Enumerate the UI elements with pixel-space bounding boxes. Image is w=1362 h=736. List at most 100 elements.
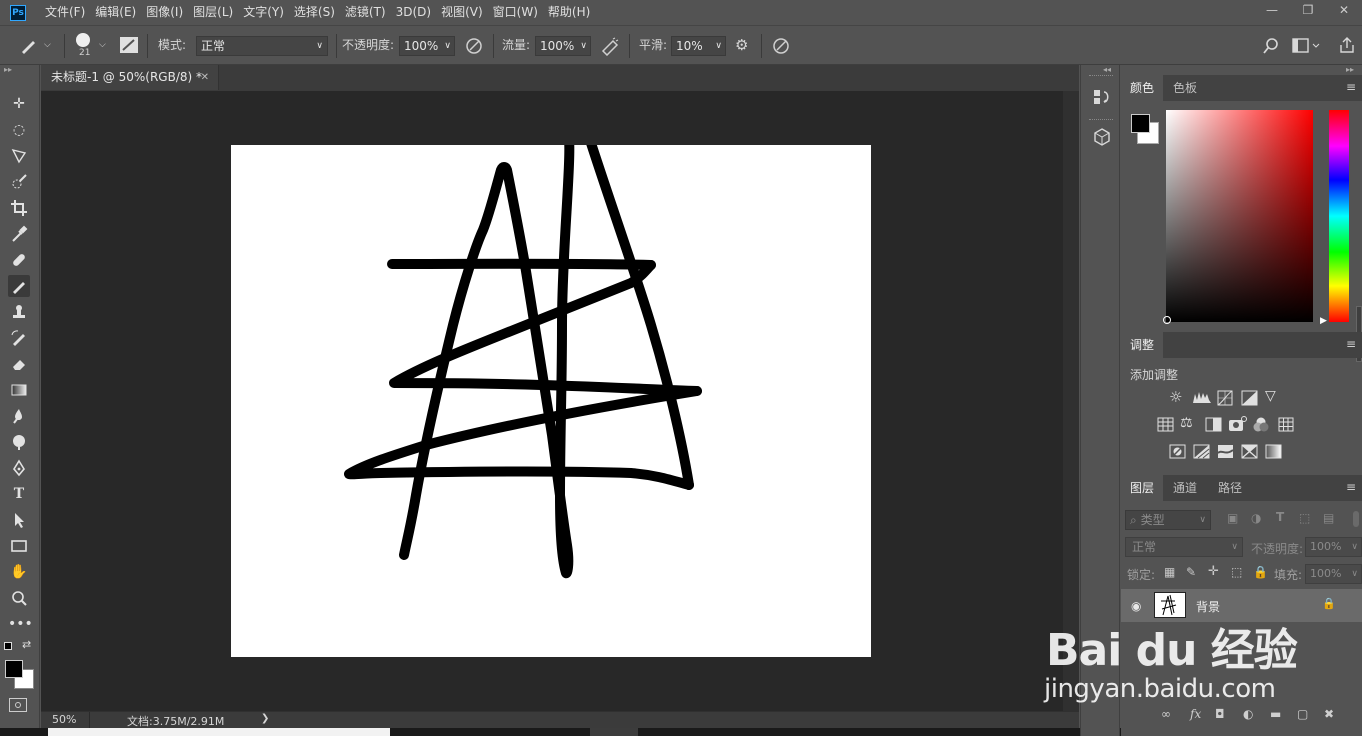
- taskbar-item[interactable]: [48, 728, 390, 736]
- opacity-input[interactable]: 100% ∨: [399, 36, 455, 56]
- hue-slider[interactable]: [1329, 110, 1349, 322]
- expand-dock-icon[interactable]: ▸▸: [1346, 65, 1354, 74]
- blur-tool-icon[interactable]: [8, 405, 30, 427]
- tab-swatches[interactable]: 色板: [1164, 75, 1206, 101]
- rectangle-tool-icon[interactable]: [8, 535, 30, 557]
- hand-tool-icon[interactable]: ✋: [8, 561, 30, 583]
- layer-style-fx-icon[interactable]: fx: [1190, 707, 1201, 721]
- pen-tool-icon[interactable]: [8, 457, 30, 479]
- menu-help[interactable]: 帮助(H): [543, 0, 595, 25]
- layer-opacity-input[interactable]: 100% ∨: [1305, 537, 1362, 557]
- tab-layers[interactable]: 图层: [1121, 475, 1164, 501]
- type-tool-icon[interactable]: T: [8, 483, 30, 505]
- eraser-tool-icon[interactable]: [8, 353, 30, 375]
- link-layers-icon[interactable]: ∞: [1161, 707, 1171, 721]
- clone-stamp-tool-icon[interactable]: [8, 301, 30, 323]
- brush-tool-icon[interactable]: [8, 275, 30, 297]
- layer-filter-select[interactable]: ⌕ 类型 ∨: [1125, 510, 1211, 530]
- gradient-tool-icon[interactable]: [8, 379, 30, 401]
- menu-window[interactable]: 窗口(W): [488, 0, 543, 25]
- fill-input[interactable]: 100% ∨: [1305, 564, 1362, 584]
- status-menu-chevron-icon[interactable]: ❯: [261, 713, 269, 724]
- vibrance-icon[interactable]: ▽: [1265, 388, 1276, 404]
- marquee-tool-icon[interactable]: ◌: [8, 119, 30, 141]
- swap-colors-icon[interactable]: ⇄: [22, 638, 31, 651]
- zoom-level[interactable]: 50%: [52, 713, 76, 726]
- pressure-opacity-icon[interactable]: [464, 36, 484, 56]
- add-mask-icon[interactable]: ◘: [1215, 707, 1225, 721]
- crop-tool-icon[interactable]: [8, 197, 30, 219]
- menu-edit[interactable]: 编辑(E): [90, 0, 141, 25]
- layer-name[interactable]: 背景: [1196, 598, 1220, 615]
- healing-brush-tool-icon[interactable]: [8, 249, 30, 271]
- layers-panel-menu-icon[interactable]: ≡: [1346, 480, 1356, 494]
- threshold-icon[interactable]: [1217, 444, 1234, 459]
- brush-settings-icon[interactable]: [120, 37, 138, 53]
- menu-select[interactable]: 选择(S): [289, 0, 340, 25]
- search-icon[interactable]: [1262, 37, 1280, 55]
- hue-slider-handle-icon[interactable]: ▶: [1320, 316, 1327, 326]
- lock-artboard-icon[interactable]: ⬚: [1231, 565, 1242, 579]
- gradient-map-icon[interactable]: [1265, 444, 1282, 459]
- hue-saturation-icon[interactable]: [1157, 417, 1174, 432]
- edit-toolbar-more-icon[interactable]: •••: [8, 613, 33, 635]
- restore-icon[interactable]: ❐: [1290, 0, 1326, 22]
- menu-layer[interactable]: 图层(L): [188, 0, 238, 25]
- selective-color-icon[interactable]: [1241, 444, 1258, 459]
- new-layer-icon[interactable]: ▢: [1297, 707, 1308, 721]
- menu-3d[interactable]: 3D(D): [391, 0, 436, 25]
- tab-channels[interactable]: 通道: [1164, 475, 1206, 501]
- quick-selection-tool-icon[interactable]: [8, 171, 30, 193]
- color-panel-menu-icon[interactable]: ≡: [1346, 80, 1356, 94]
- collapse-panels-icon[interactable]: ◂◂: [1103, 65, 1111, 74]
- new-adjustment-layer-icon[interactable]: ◐: [1243, 707, 1253, 721]
- levels-icon[interactable]: [1192, 390, 1212, 404]
- eyedropper-tool-icon[interactable]: [8, 223, 30, 245]
- preset-chevron-icon[interactable]: ⌵: [44, 34, 51, 56]
- menu-filter[interactable]: 滤镜(T): [340, 0, 391, 25]
- color-lookup-icon[interactable]: [1278, 417, 1294, 432]
- 3d-panel-icon[interactable]: [1092, 127, 1112, 147]
- document-tab[interactable]: 未标题-1 @ 50%(RGB/8) * ✕: [41, 65, 219, 90]
- invert-icon[interactable]: [1169, 444, 1186, 459]
- filter-shape-layers-icon[interactable]: ⬚: [1299, 511, 1310, 525]
- color-panel-foreground-swatch[interactable]: [1131, 114, 1150, 133]
- tab-paths[interactable]: 路径: [1209, 475, 1251, 501]
- dodge-tool-icon[interactable]: [8, 431, 30, 453]
- collapse-toolbar-icon[interactable]: ▸▸: [4, 65, 12, 74]
- smoothing-input[interactable]: 10% ∨: [671, 36, 726, 56]
- filter-smart-objects-icon[interactable]: ▤: [1323, 511, 1334, 525]
- filter-adjustment-layers-icon[interactable]: ◑: [1251, 511, 1261, 525]
- quick-mask-icon[interactable]: [9, 698, 27, 712]
- smoothing-options-gear-icon[interactable]: ⚙: [735, 34, 748, 56]
- taskbar-item[interactable]: [590, 728, 638, 736]
- lasso-tool-icon[interactable]: [8, 145, 30, 167]
- brightness-contrast-icon[interactable]: ☼: [1169, 388, 1182, 406]
- photo-filter-icon[interactable]: [1228, 416, 1247, 432]
- adjustments-panel-menu-icon[interactable]: ≡: [1346, 337, 1356, 351]
- zoom-tool-icon[interactable]: [8, 587, 30, 609]
- delete-layer-trash-icon[interactable]: ✖: [1324, 707, 1334, 721]
- exposure-icon[interactable]: [1241, 390, 1258, 406]
- history-brush-tool-icon[interactable]: [8, 327, 30, 349]
- tab-color[interactable]: 颜色: [1121, 75, 1164, 101]
- filter-pixel-layers-icon[interactable]: ▣: [1227, 511, 1238, 525]
- history-panel-icon[interactable]: [1092, 88, 1112, 108]
- tab-adjustments[interactable]: 调整: [1121, 332, 1164, 358]
- layer-visibility-eye-icon[interactable]: ◉: [1131, 599, 1141, 613]
- mode-select[interactable]: 正常 ∨: [196, 36, 328, 56]
- airbrush-icon[interactable]: [599, 36, 621, 56]
- path-selection-tool-icon[interactable]: [8, 509, 30, 531]
- color-balance-icon[interactable]: ⚖: [1180, 415, 1193, 431]
- filter-toggle-switch[interactable]: [1353, 511, 1359, 527]
- lock-all-icon[interactable]: 🔒: [1253, 565, 1268, 579]
- document-canvas[interactable]: [231, 135, 871, 657]
- menu-type[interactable]: 文字(Y): [238, 0, 289, 25]
- close-document-icon[interactable]: ✕: [201, 65, 209, 90]
- curves-icon[interactable]: [1217, 390, 1233, 406]
- menu-image[interactable]: 图像(I): [141, 0, 188, 25]
- lock-transparent-pixels-icon[interactable]: ▦: [1164, 565, 1175, 579]
- menu-view[interactable]: 视图(V): [436, 0, 488, 25]
- color-field[interactable]: [1166, 110, 1313, 322]
- move-tool-icon[interactable]: ✛: [8, 93, 30, 115]
